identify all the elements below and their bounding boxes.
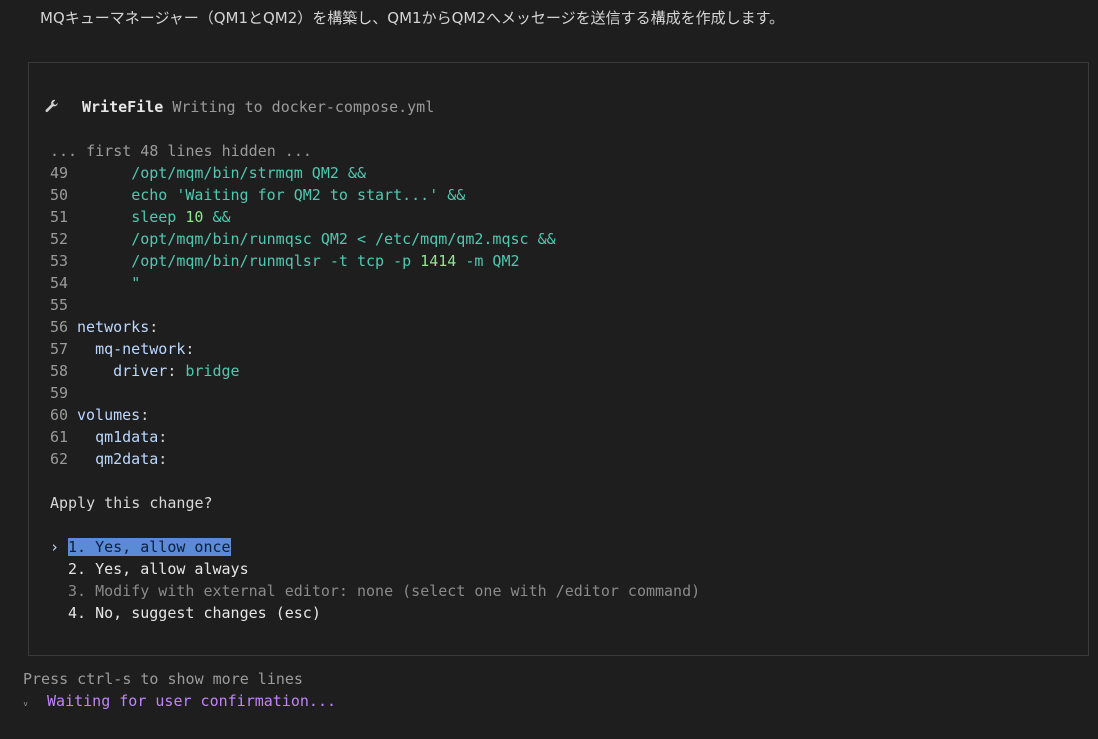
- wrench-icon: [45, 96, 63, 118]
- line-number: 57: [50, 340, 69, 358]
- line-number: 61: [50, 428, 69, 446]
- code-line: 55: [50, 294, 556, 316]
- show-more-hint: Press ctrl-s to show more lines: [23, 670, 303, 688]
- option-label[interactable]: 4. No, suggest changes (esc): [68, 604, 321, 622]
- code-line: 57 mq-network:: [50, 338, 556, 360]
- code-token: networks: [77, 318, 150, 336]
- code-token: sleep: [131, 208, 186, 226]
- apply-change-prompt: Apply this change?: [50, 494, 213, 512]
- tool-confirmation-panel: WriteFile Writing to docker-compose.yml …: [28, 62, 1089, 656]
- line-number: 55: [50, 296, 69, 314]
- code-line: 52 /opt/mqm/bin/runmqsc QM2 < /etc/mqm/q…: [50, 228, 556, 250]
- code-line: 50 echo 'Waiting for QM2 to start...' &&: [50, 184, 556, 206]
- code-token: /opt/mqm/bin/strmqm QM2 &&: [131, 164, 366, 182]
- line-number: 53: [50, 252, 69, 270]
- assistant-message: MQキューマネージャー（QM1とQM2）を構築し、QM1からQM2へメッセージを…: [40, 9, 785, 27]
- code-diff-view: ... first 48 lines hidden ... 49 /opt/mq…: [50, 140, 556, 470]
- line-number: 52: [50, 230, 69, 248]
- code-line: 51 sleep 10 &&: [50, 206, 556, 228]
- code-line: 56 networks:: [50, 316, 556, 338]
- line-number: 50: [50, 186, 69, 204]
- confirmation-option-1[interactable]: › 1. Yes, allow once: [50, 536, 700, 558]
- tool-description: Writing to docker-compose.yml: [172, 98, 435, 116]
- chevron-right-icon: ›: [50, 538, 60, 556]
- code-token: qm1data: [95, 428, 159, 446]
- option-label[interactable]: 1. Yes, allow once: [68, 538, 231, 556]
- status-line: ᵥ Waiting for user confirmation...: [22, 691, 336, 712]
- code-line: 59: [50, 382, 556, 404]
- status-text: Waiting for user confirmation...: [47, 692, 337, 710]
- code-token: :: [167, 362, 186, 380]
- confirmation-option-3[interactable]: 3. Modify with external editor: none (se…: [50, 580, 700, 602]
- code-token: /opt/mqm/bin/runmqlsr -t tcp -p: [131, 252, 421, 270]
- confirmation-options: › 1. Yes, allow once 2. Yes, allow always 3…: [50, 536, 700, 624]
- code-token: :: [158, 428, 168, 446]
- code-token: -m QM2: [456, 252, 520, 270]
- option-label[interactable]: 3. Modify with external editor: none (se…: [68, 582, 700, 600]
- code-token: echo 'Waiting for QM2 to start...' &&: [131, 186, 466, 204]
- code-line: 61 qm1data:: [50, 426, 556, 448]
- line-number: 60: [50, 406, 69, 424]
- code-token: bridge: [185, 362, 240, 380]
- hidden-lines-note: ... first 48 lines hidden ...: [50, 142, 312, 160]
- line-number: 49: [50, 164, 69, 182]
- tool-name: WriteFile: [82, 98, 164, 116]
- line-number: 58: [50, 362, 69, 380]
- line-number: 56: [50, 318, 69, 336]
- tool-header: WriteFile Writing to docker-compose.yml: [45, 96, 434, 118]
- code-token: &&: [203, 208, 231, 226]
- code-line: 60 volumes:: [50, 404, 556, 426]
- code-token: :: [158, 450, 168, 468]
- line-number: 54: [50, 274, 69, 292]
- code-token: 1414: [420, 252, 457, 270]
- option-label[interactable]: 2. Yes, allow always: [68, 560, 249, 578]
- code-token: driver: [113, 362, 168, 380]
- code-line: 62 qm2data:: [50, 448, 556, 470]
- code-token: :: [149, 318, 159, 336]
- code-line: 54 ": [50, 272, 556, 294]
- confirmation-option-4[interactable]: 4. No, suggest changes (esc): [50, 602, 700, 624]
- code-token: :: [140, 406, 150, 424]
- code-line: 53 /opt/mqm/bin/runmqlsr -t tcp -p 1414 …: [50, 250, 556, 272]
- confirmation-option-2[interactable]: 2. Yes, allow always: [50, 558, 700, 580]
- line-number: 59: [50, 384, 69, 402]
- code-line: 49 /opt/mqm/bin/strmqm QM2 &&: [50, 162, 556, 184]
- line-number: 51: [50, 208, 69, 226]
- code-token: mq-network: [95, 340, 186, 358]
- code-token: /opt/mqm/bin/runmqsc QM2 < /etc/mqm/qm2.…: [131, 230, 556, 248]
- code-token: volumes: [77, 406, 141, 424]
- code-token: qm2data: [95, 450, 159, 468]
- code-token: 10: [185, 208, 204, 226]
- line-number: 62: [50, 450, 69, 468]
- code-token: :: [185, 340, 195, 358]
- code-line: 58 driver: bridge: [50, 360, 556, 382]
- code-token: ": [131, 274, 141, 292]
- spinner-icon: ᵥ: [22, 695, 30, 709]
